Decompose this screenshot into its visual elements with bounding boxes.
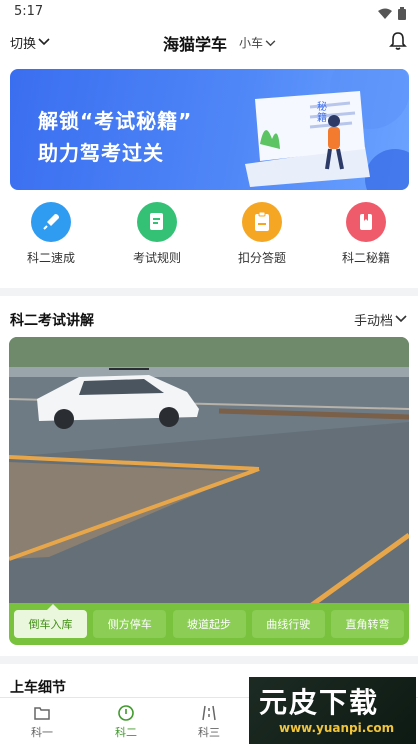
- chevron-down-icon: [395, 312, 407, 327]
- nav-item-subject-one[interactable]: 科一: [12, 704, 72, 740]
- status-time: 5:17: [14, 4, 44, 19]
- watermark-logo: 元皮下载 www.yuanpi.com: [249, 677, 416, 744]
- chevron-down-icon: [38, 35, 50, 50]
- gear-label: 手动档: [353, 314, 393, 329]
- section-title: 上车细节: [10, 680, 66, 696]
- bell-icon[interactable]: [389, 31, 407, 55]
- clipboard-icon: [242, 202, 282, 242]
- book-icon: [346, 202, 386, 242]
- tab-side-parking[interactable]: 侧方停车: [93, 610, 167, 638]
- nav-label: 科二: [115, 726, 137, 739]
- exam-section: 科二考试讲解 手动档 倒车入库 侧方停车 坡道起步 曲线行驶 直角转弯: [0, 296, 418, 656]
- promo-banner[interactable]: 解锁“考试秘籍” 助力驾考过关 秘籍: [10, 69, 409, 190]
- section-title: 科二考试讲解: [10, 313, 94, 329]
- nav-label: 科一: [31, 726, 53, 739]
- gear-selector[interactable]: 手动档: [354, 310, 407, 329]
- quick-action-speedup[interactable]: 科二速成: [11, 202, 91, 266]
- tab-right-angle-turn[interactable]: 直角转弯: [331, 610, 404, 638]
- top-card: 解锁“考试秘籍” 助力驾考过关 秘籍 科二速成 考试规则 扣分答题 科二秘籍: [0, 60, 418, 288]
- road-icon: [179, 704, 239, 724]
- nav-item-subject-two[interactable]: 科二: [96, 704, 156, 740]
- app-header: 切换 海猫学车 小车: [0, 24, 418, 60]
- tab-curve-driving[interactable]: 曲线行驶: [251, 610, 325, 638]
- banner-headline: 解锁“考试秘籍”: [38, 109, 193, 133]
- rocket-icon: [31, 202, 71, 242]
- document-icon: [137, 202, 177, 242]
- status-bar: 5:17: [0, 0, 418, 24]
- battery-icon: [398, 5, 406, 24]
- quick-action-label: 考试规则: [132, 251, 181, 265]
- watermark-url: www.yuanpi.com: [279, 721, 395, 735]
- car-type-label: 小车: [239, 36, 264, 50]
- switch-label: 切换: [10, 37, 37, 52]
- steering-icon: [96, 704, 156, 724]
- quick-action-label: 扣分答题: [237, 251, 286, 265]
- app-title: 海猫学车: [163, 35, 228, 54]
- tab-reverse-parking[interactable]: 倒车入库: [14, 604, 87, 638]
- quick-action-quiz[interactable]: 扣分答题: [222, 202, 302, 266]
- wifi-icon: [378, 5, 392, 24]
- quick-action-secrets[interactable]: 科二秘籍: [326, 202, 406, 266]
- folder-icon: [12, 704, 72, 724]
- exam-item-tabs: 倒车入库 侧方停车 坡道起步 曲线行驶 直角转弯: [9, 603, 409, 645]
- banner-subline: 助力驾考过关: [38, 141, 164, 165]
- nav-item-subject-three[interactable]: 科三: [179, 704, 239, 740]
- car-type-selector[interactable]: 小车: [239, 34, 276, 51]
- quick-action-rules[interactable]: 考试规则: [117, 202, 197, 266]
- watermark-text: 元皮下载: [259, 686, 380, 719]
- nav-label: 科三: [198, 726, 220, 739]
- switch-button[interactable]: 切换: [10, 33, 50, 52]
- chevron-down-icon: [265, 36, 276, 50]
- banner-book-text: 秘籍: [317, 102, 327, 124]
- exam-video[interactable]: [9, 337, 409, 607]
- quick-action-label: 科二秘籍: [341, 251, 390, 265]
- tab-hill-start[interactable]: 坡道起步: [172, 610, 246, 638]
- quick-action-label: 科二速成: [26, 251, 75, 265]
